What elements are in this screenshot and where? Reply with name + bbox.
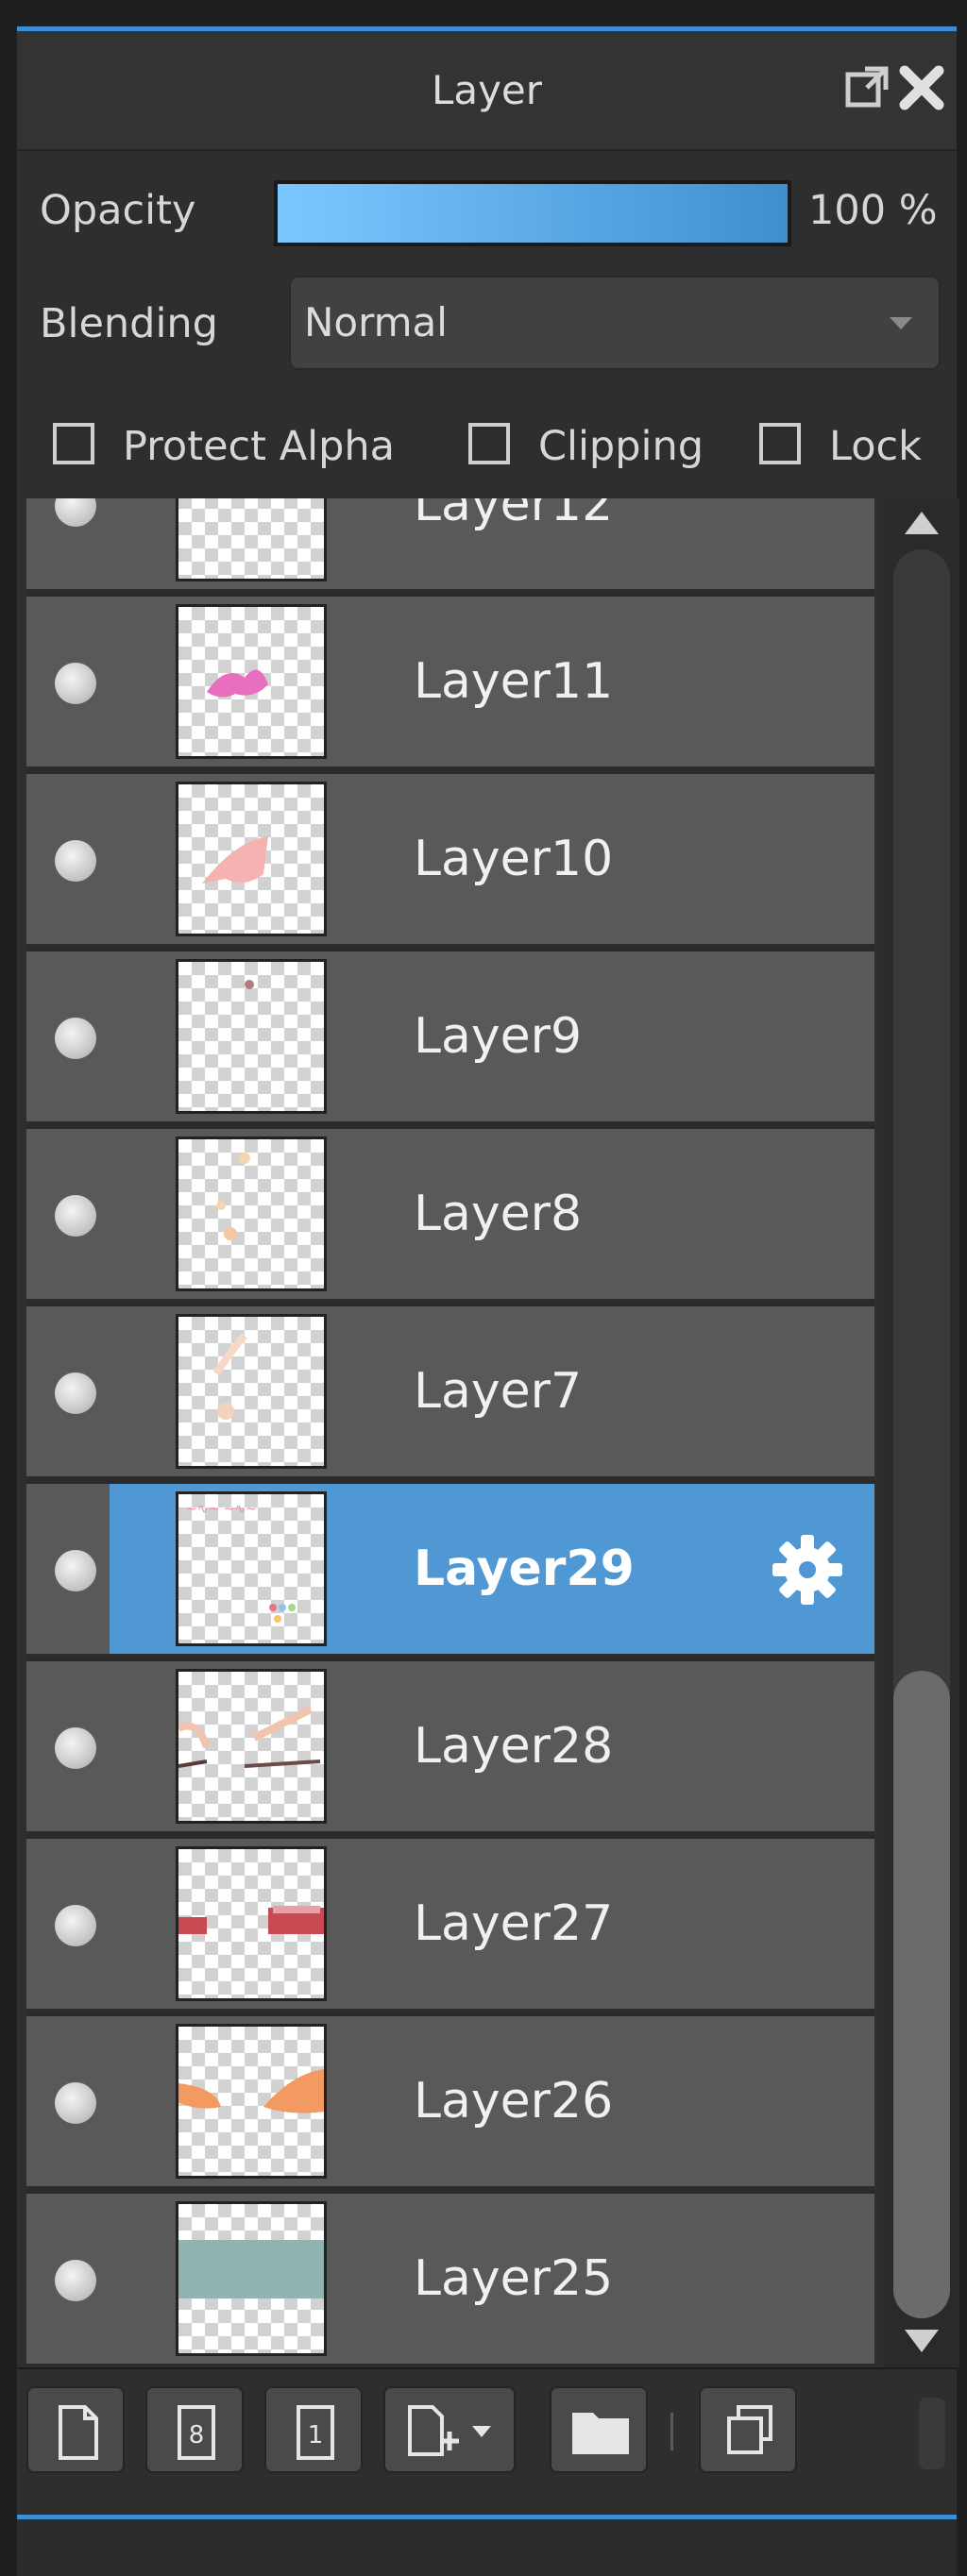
layer-name: Layer8	[414, 1186, 583, 1242]
layer-row[interactable]: Layer12	[26, 498, 874, 593]
8bit-layer-icon: 8	[178, 2405, 215, 2460]
visibility-toggle-icon[interactable]	[55, 663, 96, 704]
layer-row[interactable]: Layer25	[26, 2194, 874, 2367]
layer-thumbnail	[176, 1314, 327, 1469]
visibility-toggle-icon[interactable]	[55, 2082, 96, 2124]
layer-row[interactable]: Layer7	[26, 1306, 874, 1480]
scrollbar[interactable]	[884, 498, 959, 2367]
layer-thumbnail	[176, 2201, 327, 2356]
layer-thumbnail	[176, 1846, 327, 2001]
layer-panel: Layer Opacity 100 % Blending Normal Prot…	[17, 26, 959, 2515]
layer-toolbar: 8 1	[17, 2367, 957, 2483]
popout-icon[interactable]	[840, 61, 893, 114]
layer-row[interactable]: Layer27	[26, 1839, 874, 2012]
layer-row[interactable]: Layer10	[26, 774, 874, 948]
layer-thumbnail	[176, 1669, 327, 1824]
layer-name: Layer7	[414, 1363, 583, 1420]
add-layer-dropdown-icon	[408, 2405, 491, 2456]
opacity-slider[interactable]	[274, 180, 791, 246]
duplicate-layer-button[interactable]	[699, 2386, 797, 2473]
blending-select[interactable]: Normal	[289, 276, 941, 370]
checkbox-box	[468, 423, 510, 464]
layer-row[interactable]: Layer11	[26, 597, 874, 770]
layer-name: Layer11	[414, 653, 614, 710]
visibility-toggle-icon[interactable]	[55, 2260, 96, 2301]
toolbar-grip	[919, 2398, 945, 2469]
svg-text:8: 8	[189, 2421, 205, 2450]
visibility-toggle-icon[interactable]	[55, 1727, 96, 1769]
visibility-toggle-icon[interactable]	[55, 1018, 96, 1059]
layer-row[interactable]: Layer26	[26, 2016, 874, 2190]
toolbar-separator	[670, 2413, 673, 2450]
visibility-toggle-icon[interactable]	[55, 1195, 96, 1237]
checkbox-label: Clipping	[538, 423, 704, 470]
layer-list: Layer12 Layer11 Layer10 Layer9 Layer8 Layer7 ~…	[26, 498, 874, 2367]
1bit-layer-icon: 1	[297, 2405, 334, 2460]
visibility-toggle-icon[interactable]	[55, 498, 96, 527]
layer-name: Layer25	[414, 2250, 614, 2307]
checkbox-box	[53, 423, 94, 464]
svg-text:1: 1	[308, 2421, 324, 2450]
chevron-down-icon	[890, 317, 912, 329]
layer-row[interactable]: Layer28	[26, 1661, 874, 1835]
scrollbar-thumb[interactable]	[893, 1671, 950, 2318]
next-panel-title-cut	[17, 2519, 957, 2576]
close-icon[interactable]	[895, 61, 948, 114]
visibility-toggle-icon[interactable]	[55, 1905, 96, 1946]
next-panel-titlebar	[17, 2515, 957, 2576]
new-1bit-layer-button[interactable]: 1	[264, 2386, 363, 2473]
panel-title: Layer	[431, 67, 543, 113]
new-folder-button[interactable]	[550, 2386, 648, 2473]
layer-name: Layer9	[414, 1008, 583, 1065]
opacity-value: 100 %	[808, 187, 938, 234]
layer-thumbnail: ~∿~ ~∿~	[176, 1491, 327, 1646]
new-layer-button[interactable]	[26, 2386, 125, 2473]
add-layer-dropdown-button[interactable]	[383, 2386, 516, 2473]
scroll-up-icon[interactable]	[905, 512, 939, 534]
layer-row[interactable]: ~∿~ ~∿~ Layer29	[26, 1484, 874, 1658]
layer-name: Layer27	[414, 1895, 614, 1952]
visibility-toggle-icon[interactable]	[55, 1372, 96, 1414]
opacity-slider-fill	[278, 184, 788, 243]
visibility-toggle-icon[interactable]	[55, 840, 96, 882]
layer-name: Layer26	[414, 2073, 614, 2130]
blending-label: Blending	[40, 300, 218, 347]
layer-name: Layer28	[414, 1718, 614, 1775]
checkbox-label: Protect Alpha	[123, 423, 395, 470]
layer-thumbnail	[176, 604, 327, 759]
layer-name: Layer12	[414, 498, 614, 532]
checkbox-box	[759, 423, 801, 464]
opacity-label: Opacity	[40, 187, 196, 234]
checkbox-label: Lock	[829, 423, 923, 470]
visibility-toggle-icon[interactable]	[55, 1550, 96, 1591]
panel-titlebar: Layer	[17, 31, 957, 151]
svg-text:~∿~ ~∿~: ~∿~ ~∿~	[186, 1502, 257, 1517]
layer-row[interactable]: Layer9	[26, 951, 874, 1125]
layer-thumbnail	[176, 782, 327, 936]
folder-icon	[572, 2413, 629, 2454]
layer-thumbnail	[176, 1136, 327, 1291]
layer-name: Layer29	[414, 1541, 635, 1597]
gear-icon[interactable]	[771, 1533, 844, 1607]
new-layer-icon	[59, 2405, 98, 2460]
new-8bit-layer-button[interactable]: 8	[145, 2386, 244, 2473]
layer-thumbnail	[176, 2024, 327, 2179]
layer-name: Layer10	[414, 831, 614, 887]
duplicate-layer-icon	[727, 2405, 772, 2454]
layer-row[interactable]: Layer8	[26, 1129, 874, 1303]
layer-thumbnail	[176, 498, 327, 581]
blending-select-value: Normal	[304, 299, 448, 345]
scroll-down-icon[interactable]	[905, 2330, 939, 2352]
layer-thumbnail	[176, 959, 327, 1114]
